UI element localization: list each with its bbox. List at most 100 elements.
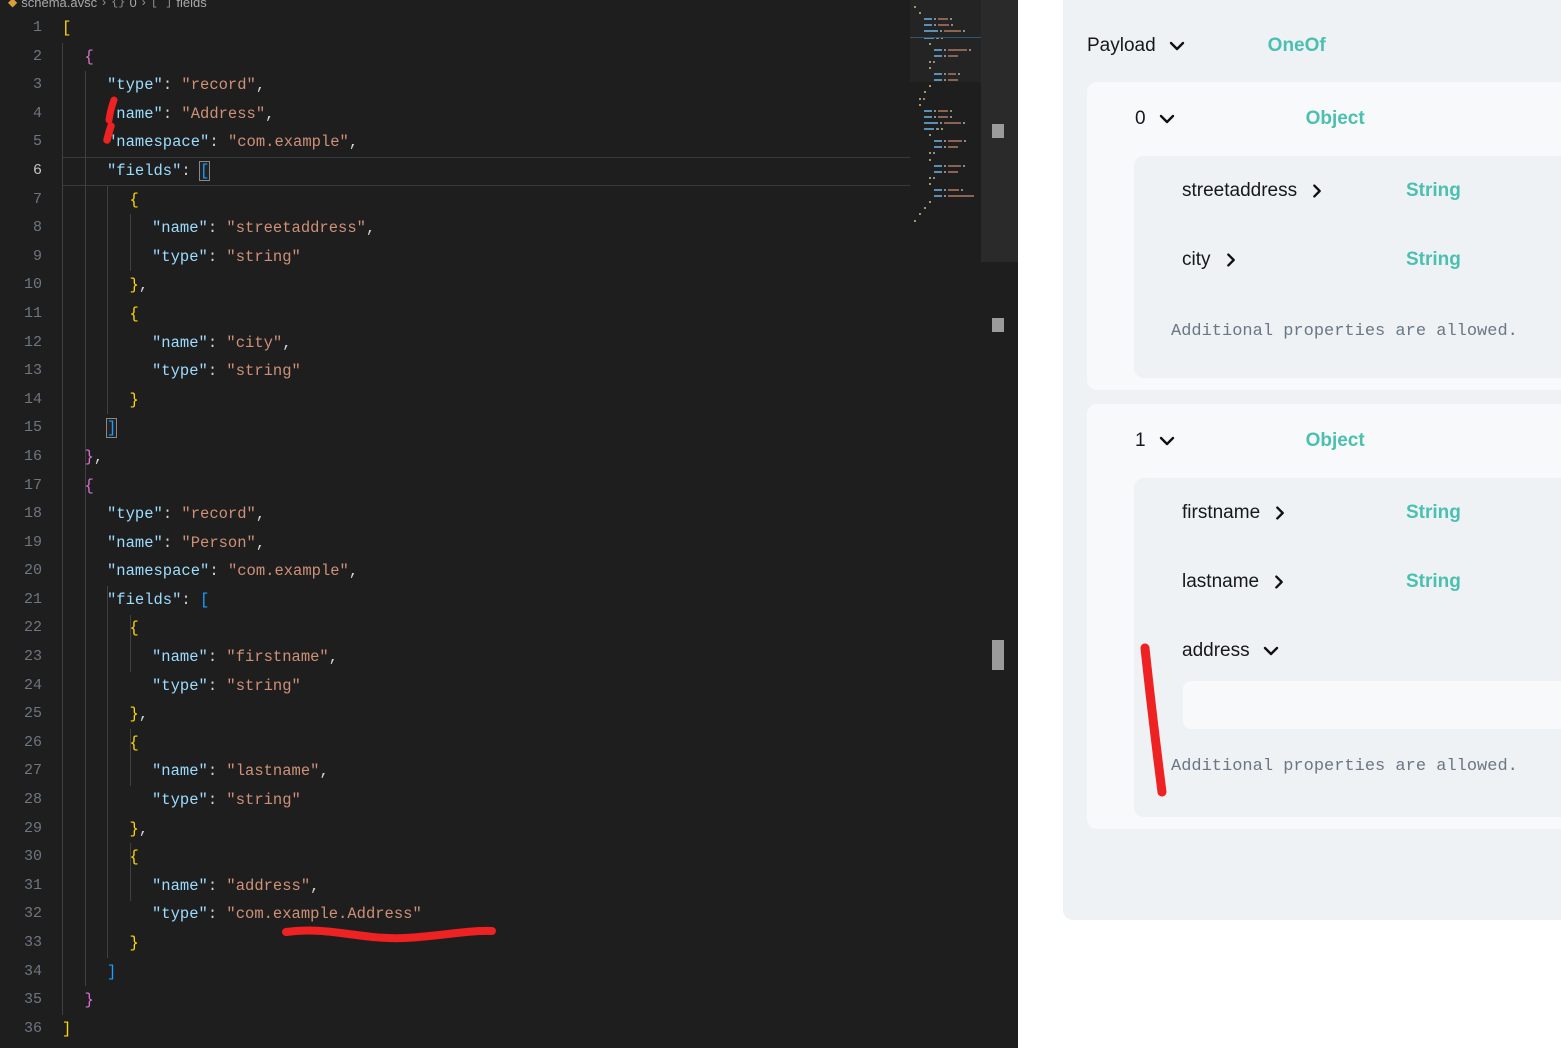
variant-card: 0 Object streetaddress String city String Addi…: [1087, 82, 1561, 390]
breadcrumb-array[interactable]: [ ] fields: [151, 0, 207, 10]
chevron-right-icon[interactable]: [1222, 251, 1240, 269]
code-line[interactable]: 11 {: [0, 300, 910, 329]
code-line[interactable]: 36]: [0, 1015, 910, 1044]
property-type: String: [1406, 501, 1461, 523]
code-line[interactable]: 19 "name": "Person",: [0, 529, 910, 558]
chevron-right-icon[interactable]: [1308, 182, 1326, 200]
minimap-line: [943, 195, 946, 198]
chevron-down-icon[interactable]: [1261, 641, 1281, 661]
code-line[interactable]: 12 "name": "city",: [0, 329, 910, 358]
code-line[interactable]: 4 "name": "Address",: [0, 100, 910, 129]
code-token: "string": [226, 247, 301, 266]
minimap-line: [924, 24, 932, 27]
code-token: "fields": [107, 161, 182, 180]
payload-toggle[interactable]: Payload: [1087, 35, 1187, 57]
variant-header-row[interactable]: 1 Object: [1087, 404, 1561, 478]
code-line[interactable]: 14}: [0, 386, 910, 415]
payload-root-row[interactable]: Payload OneOf: [1063, 0, 1561, 92]
code-line[interactable]: 16},: [0, 443, 910, 472]
scrollbar-mark-1: [992, 124, 1004, 138]
property-row[interactable]: lastname String: [1134, 547, 1561, 616]
code-line[interactable]: 5 "namespace": "com.example",: [0, 128, 910, 157]
variant-type: Object: [1305, 108, 1365, 129]
chevron-down-icon[interactable]: [1157, 431, 1177, 451]
code-line[interactable]: 23 "name": "firstname",: [0, 643, 910, 672]
code-line[interactable]: 15]: [0, 414, 910, 443]
code-line[interactable]: 2{: [0, 43, 910, 72]
line-number: 17: [23, 476, 42, 494]
code-line[interactable]: 13 "type": "string": [0, 357, 910, 386]
property-name: firstname: [1182, 501, 1261, 523]
property-row[interactable]: streetaddress String: [1134, 156, 1561, 225]
code-token: ,: [365, 219, 376, 238]
breadcrumb-file[interactable]: ◆ schema.avsc: [8, 0, 97, 10]
line-number: 30: [23, 848, 42, 866]
code-text: {: [42, 472, 94, 501]
code-token: }: [129, 819, 139, 838]
code-line[interactable]: 20 "namespace": "com.example",: [0, 557, 910, 586]
app-window: ◆ schema.avsc › {} 0 › [ ] fields 1[2{3 "…: [0, 0, 1561, 1048]
minimap-line: [940, 128, 943, 130]
minimap-line: [924, 91, 926, 94]
chevron-right-icon[interactable]: [1271, 504, 1289, 522]
code-line[interactable]: 17 {: [0, 472, 910, 501]
line-number: 19: [23, 533, 42, 551]
code-token: "string": [226, 362, 301, 381]
code-line[interactable]: 34]: [0, 958, 910, 987]
additional-properties-note: Additional properties are allowed.: [1171, 757, 1518, 776]
code-token: [: [198, 160, 211, 181]
code-line[interactable]: 32 "type": "com.example.Address": [0, 900, 910, 929]
breadcrumb-object[interactable]: {} 0: [111, 0, 137, 10]
property-row[interactable]: address: [1134, 616, 1561, 685]
code-line[interactable]: 1[: [0, 14, 910, 43]
code-line[interactable]: 24 "type": "string": [0, 672, 910, 701]
code-line[interactable]: 22 {: [0, 614, 910, 643]
minimap-line: [944, 30, 961, 33]
line-number: 11: [23, 304, 42, 322]
code-line[interactable]: 21 "fields": [: [0, 586, 910, 615]
chevron-down-icon[interactable]: [1157, 109, 1177, 129]
breadcrumb[interactable]: ◆ schema.avsc › {} 0 › [ ] fields: [0, 0, 1018, 13]
chevron-right-icon[interactable]: [1270, 573, 1288, 591]
code-line[interactable]: 35}: [0, 986, 910, 1015]
property-row[interactable]: city String: [1134, 225, 1561, 294]
code-text: "name": "city",: [42, 329, 292, 358]
code-token: }: [129, 390, 139, 409]
code-lines[interactable]: 1[2{3 "type": "record", 4 "name": "Address"…: [0, 14, 910, 1048]
line-number: 16: [23, 447, 42, 465]
code-text: ]: [42, 958, 116, 987]
line-number: 12: [23, 333, 42, 351]
code-line[interactable]: 3 "type": "record",: [0, 71, 910, 100]
variant-toggle[interactable]: 1: [1135, 430, 1177, 452]
code-line[interactable]: 27 "name": "lastname",: [0, 757, 910, 786]
code-line[interactable]: 30 {: [0, 843, 910, 872]
code-line[interactable]: 26 {: [0, 729, 910, 758]
minimap-line: [929, 182, 931, 185]
code-line[interactable]: 6 "fields": [: [0, 156, 910, 186]
code-line[interactable]: 10},: [0, 271, 910, 300]
code-token: "record": [181, 505, 256, 524]
code-line[interactable]: 33}: [0, 929, 910, 958]
minimap-line: [933, 24, 936, 27]
code-line[interactable]: 31 "name": "address",: [0, 872, 910, 901]
code-line[interactable]: 28 "type": "string": [0, 786, 910, 815]
code-token: :: [207, 905, 227, 924]
variant-header-row[interactable]: 0 Object: [1087, 82, 1561, 156]
chevron-down-icon[interactable]: [1167, 36, 1187, 56]
code-line[interactable]: 9 "type": "string": [0, 243, 910, 272]
variant-toggle[interactable]: 0: [1135, 108, 1177, 130]
code-line[interactable]: 25},: [0, 700, 910, 729]
property-row[interactable]: firstname String: [1134, 478, 1561, 547]
minimap-line: [914, 219, 916, 222]
minimap-line: [924, 30, 938, 33]
code-editor-pane[interactable]: ◆ schema.avsc › {} 0 › [ ] fields 1[2{3 "…: [0, 0, 1018, 1048]
editor-minimap[interactable]: [910, 0, 981, 1048]
code-line[interactable]: 7{: [0, 186, 910, 215]
code-token: "name": [152, 876, 208, 895]
code-token: "com.example.Address": [226, 905, 422, 924]
code-line[interactable]: 8 "name": "streetaddress",: [0, 214, 910, 243]
code-line[interactable]: 29},: [0, 815, 910, 844]
editor-scrollbar[interactable]: [981, 0, 1018, 1048]
code-line[interactable]: 18 "type": "record",: [0, 500, 910, 529]
code-text: {: [42, 614, 139, 643]
